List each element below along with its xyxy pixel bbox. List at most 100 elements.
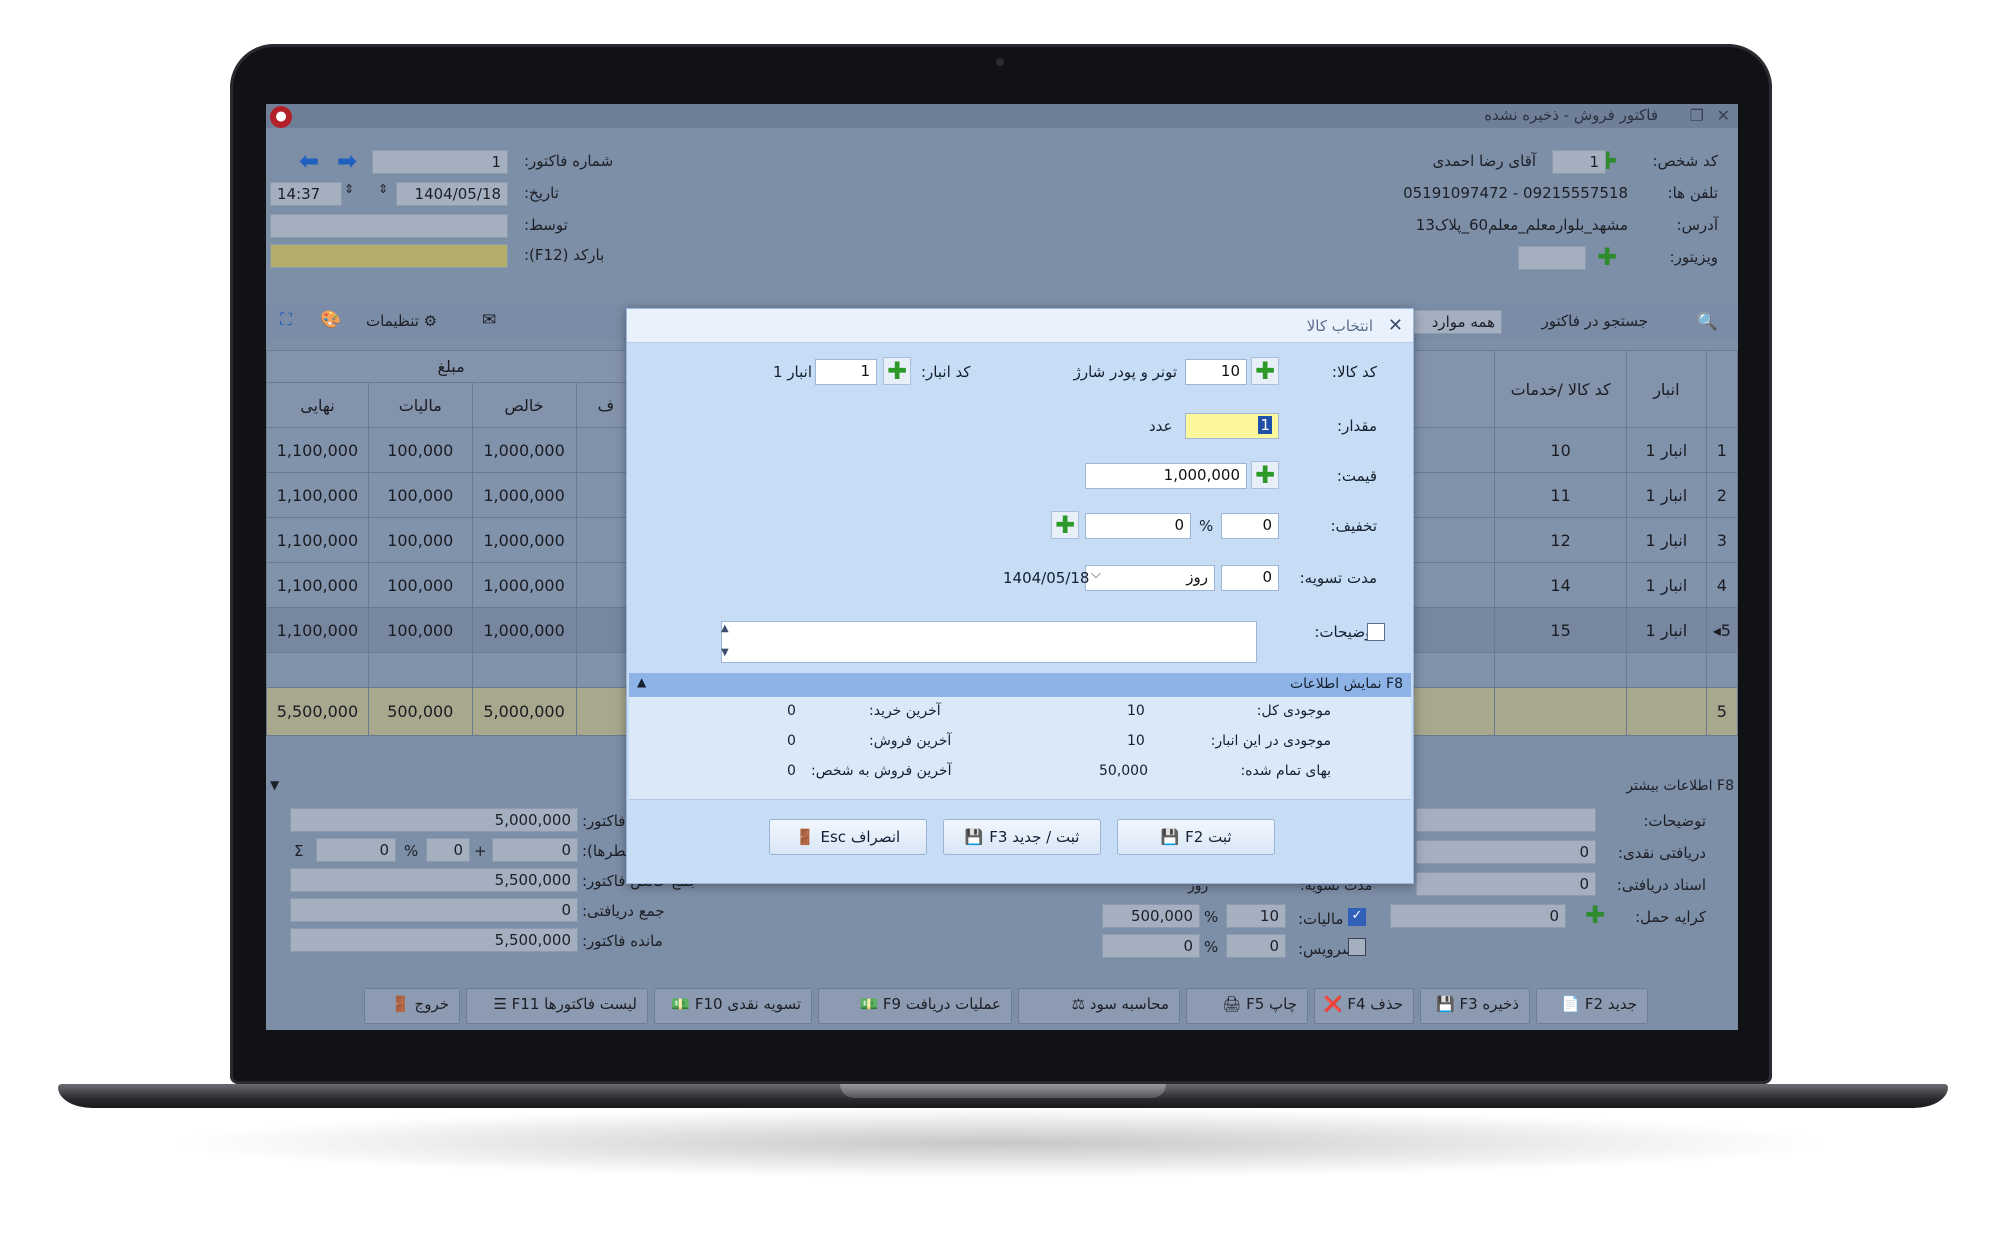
notes-input[interactable]	[1416, 808, 1596, 832]
rows-discount-input[interactable]: 0	[492, 838, 578, 862]
time-spinner-icon[interactable]: ⇕	[344, 182, 354, 196]
dialog-notes-input[interactable]	[721, 621, 1257, 663]
created-by-input[interactable]	[270, 214, 508, 238]
docs-received-input[interactable]: 0	[1416, 872, 1596, 896]
save-icon: 💾	[1160, 828, 1180, 846]
cell-warehouse: انبار 1	[1626, 427, 1707, 473]
add-product-icon[interactable]: ✚	[1251, 357, 1279, 385]
cell-tax: 100,000	[367, 472, 473, 518]
total-tax: 500,000	[367, 687, 473, 736]
invoice-list-button[interactable]: لیست فاکتورها F11 ☰	[466, 988, 648, 1024]
quantity-input[interactable]: 1	[1185, 413, 1279, 439]
more-info-toggle[interactable]: F8 اطلاعات بیشتر	[1626, 778, 1734, 794]
save-new-icon: 💾	[964, 828, 984, 846]
invoice-number-input[interactable]: 1	[372, 150, 508, 174]
delete-button[interactable]: حذف F4 ❌	[1314, 988, 1414, 1024]
cell-final: 1,100,000	[266, 607, 369, 653]
col-header-net[interactable]: خالص	[471, 382, 577, 428]
service-checkbox[interactable]	[1348, 938, 1366, 956]
search-scope-select[interactable]: همه موارد	[1400, 310, 1502, 334]
discount-extra-input[interactable]: 0	[426, 838, 470, 862]
collapse-arrow-icon[interactable]: ▼	[270, 778, 279, 792]
new-button[interactable]: جدید F2 📄	[1536, 988, 1648, 1024]
last-sale-label: آخرین فروش:	[869, 733, 952, 749]
phones-label: تلفن ها:	[1667, 184, 1718, 202]
cost-price-label: بهای تمام شده:	[1240, 763, 1331, 779]
price-input[interactable]: 1,000,000	[1085, 463, 1247, 489]
settings-button[interactable]: ⚙ تنظیمات	[366, 312, 437, 330]
date-spinner-icon[interactable]: ⇕	[378, 182, 388, 196]
customer-code-input[interactable]: 1	[1552, 150, 1606, 174]
dialog-cancel-button[interactable]: انصراف Esc 🚪	[769, 819, 927, 855]
sigma-icon[interactable]: Σ	[294, 842, 303, 860]
dialog-close-icon[interactable]: ✕	[1388, 315, 1403, 336]
restore-icon[interactable]: ❐	[1690, 106, 1704, 125]
time-input[interactable]: 14:37	[270, 182, 342, 206]
product-info-panel: موجودی کل: 10 موجودی در این انبار: 10 به…	[629, 697, 1411, 799]
barcode-input[interactable]	[270, 244, 508, 268]
window-title: فاکتور فروش - ذخیره نشده	[1484, 106, 1658, 124]
remaining-input[interactable]: 5,500,000	[290, 928, 578, 952]
discount-percent-input[interactable]: 0	[316, 838, 396, 862]
receive-ops-button[interactable]: عملیات دریافت F9 💵	[818, 988, 1012, 1024]
cash-received-input[interactable]: 0	[1416, 840, 1596, 864]
settle-days-input[interactable]: 0	[1221, 565, 1279, 591]
cell-net: 1,000,000	[471, 472, 577, 518]
col-header-warehouse[interactable]: انبار	[1626, 350, 1707, 428]
add-warehouse-icon[interactable]: ✚	[883, 357, 911, 385]
date-input[interactable]: 1404/05/18	[396, 182, 508, 206]
notes-checkbox[interactable]	[1367, 623, 1385, 641]
service-percent-input[interactable]: 0	[1226, 934, 1286, 958]
col-header-product[interactable]: کد کالا /خدمات	[1494, 350, 1627, 428]
warehouse-code-label: کد انبار:	[921, 363, 971, 381]
discount-amount-field[interactable]: 0	[1085, 513, 1191, 539]
dialog-save-button[interactable]: ثبت F2 💾	[1117, 819, 1275, 855]
dialog-save-new-button[interactable]: ثبت / جدید F3 💾	[943, 819, 1101, 855]
prev-arrow-icon[interactable]: ⬅	[296, 148, 322, 174]
next-arrow-icon[interactable]: ➡	[334, 148, 360, 174]
discount-percent-field[interactable]: 0	[1221, 513, 1279, 539]
warehouse-code-input[interactable]: 1	[815, 359, 877, 385]
add-visitor-icon[interactable]: ✚	[1594, 244, 1620, 270]
warehouse-stock-label: موجودی در این انبار:	[1210, 733, 1331, 749]
invoice-number-label: شماره فاکتور:	[524, 152, 614, 170]
profit-calc-button[interactable]: محاسبه سود ⚖	[1018, 988, 1180, 1024]
visitor-input[interactable]	[1518, 246, 1586, 270]
message-icon[interactable]: ✉	[482, 310, 496, 330]
palette-icon[interactable]: 🎨	[320, 310, 341, 330]
tax-checkbox[interactable]: ✓	[1348, 908, 1366, 926]
notes-spin-up-icon[interactable]: ▲	[721, 623, 729, 634]
freight-input[interactable]: 0	[1390, 904, 1566, 928]
info-collapse-icon[interactable]: ▲	[637, 675, 646, 689]
row-indicator-icon: ◂	[1712, 620, 1721, 640]
exit-button[interactable]: خروج 🚪	[364, 988, 460, 1024]
cash-settle-button[interactable]: تسویه نقدی F10 💵	[654, 988, 812, 1024]
save-button[interactable]: ذخیره F3 💾	[1420, 988, 1530, 1024]
search-icon[interactable]: 🔍	[1697, 312, 1718, 332]
add-price-icon[interactable]: ✚	[1251, 461, 1279, 489]
print-button[interactable]: چاپ F5 🖨	[1186, 988, 1308, 1024]
date-label: تاریخ:	[524, 184, 559, 202]
add-freight-icon[interactable]: ✚	[1582, 902, 1608, 928]
col-header-tax[interactable]: مالیات	[367, 382, 473, 428]
net-total-input[interactable]: 5,500,000	[290, 868, 578, 892]
col-header-final[interactable]: نهایی	[266, 382, 369, 428]
add-discount-icon[interactable]: ✚	[1051, 511, 1079, 539]
cell-net: 1,000,000	[471, 517, 577, 563]
laptop-stage: ● فاکتور فروش - ذخیره نشده ❐ ✕ کد شخص: ✚…	[0, 0, 2000, 1247]
close-window-icon[interactable]: ✕	[1717, 106, 1730, 125]
invoice-sum-input[interactable]: 5,000,000	[290, 808, 578, 832]
warehouse-name: انبار 1	[773, 363, 812, 381]
tax-percent-input[interactable]: 10	[1226, 904, 1286, 928]
notes-spin-down-icon[interactable]: ▼	[721, 647, 729, 658]
expand-icon[interactable]: ⛶	[280, 310, 292, 330]
service-amount-input[interactable]: 0	[1102, 934, 1200, 958]
tax-amount-input[interactable]: 500,000	[1102, 904, 1200, 928]
quantity-label: مقدار:	[1337, 417, 1377, 435]
product-code-input[interactable]: 10	[1185, 359, 1247, 385]
chevron-down-icon[interactable]: ⌵	[1091, 567, 1101, 582]
settle-unit-select[interactable]: روز	[1085, 565, 1215, 591]
freight-label: کرایه حمل:	[1635, 908, 1706, 926]
info-toggle-bar[interactable]: F8 نمایش اطلاعات ▲	[629, 673, 1411, 697]
received-total-input[interactable]: 0	[290, 898, 578, 922]
